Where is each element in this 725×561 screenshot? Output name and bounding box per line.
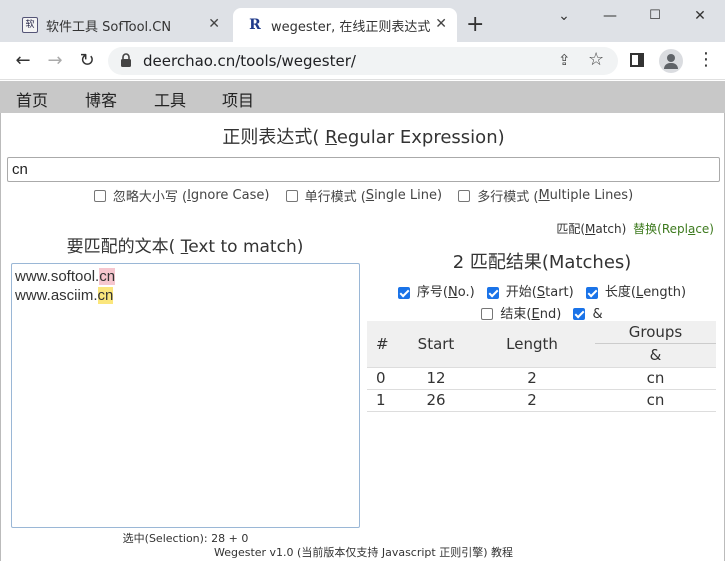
nav-home[interactable]: 首页: [16, 87, 48, 111]
single-line-option[interactable]: 单行模式 ( Single Line): [285, 186, 442, 205]
column-start-option[interactable]: 开始(Start): [486, 283, 574, 302]
cell-length: 2: [469, 366, 595, 389]
site-nav: 首页 博客 工具 项目: [0, 81, 725, 113]
replace-mode-link[interactable]: 替换(Replace): [633, 222, 714, 236]
col-header-group0: &: [649, 346, 662, 364]
nav-blog[interactable]: 博客: [85, 87, 117, 111]
more-menu-icon[interactable]: ⋮: [697, 50, 715, 70]
match-highlight: cn: [99, 268, 116, 285]
cell-start: 26: [403, 388, 469, 412]
column-length-option[interactable]: 长度( Length): [585, 283, 686, 302]
browser-toolbar: ← → ↻ deerchao.cn/tools/wegester/ ⇪ ☆ ⋮: [0, 42, 725, 80]
browser-tab-strip: 软 软件工具 SofTool.CN ✕ R wegester, 在线正则表达式测…: [0, 0, 725, 42]
text-line: www.softool.cn: [15, 268, 116, 285]
nav-projects[interactable]: 项目: [222, 87, 254, 111]
column-start-checkbox[interactable]: [486, 286, 499, 299]
col-header-length: Length: [506, 334, 558, 353]
regex-heading: 正则表达式( Regular Expression): [222, 127, 505, 148]
cell-length: 2: [469, 388, 595, 412]
chevron-down-icon[interactable]: ⌄: [554, 6, 574, 26]
cell-group0: cn: [595, 366, 716, 389]
url-text: deerchao.cn/tools/wegester/: [143, 52, 356, 70]
address-bar[interactable]: deerchao.cn/tools/wegester/ ⇪ ☆: [108, 47, 618, 75]
ignore-case-checkbox[interactable]: [93, 189, 106, 202]
back-icon[interactable]: ←: [12, 50, 34, 72]
results-table: # Start Length Groups & 0 12 2 cn 1 26 2…: [367, 321, 716, 412]
text-to-match-area[interactable]: www.softool.cn www.asciim.cn: [11, 263, 360, 528]
table-row: 1 26 2 cn: [367, 388, 716, 412]
regex-options: 忽略大小写 ( Ignore Case) 单行模式 ( Single Line)…: [1, 186, 725, 206]
footer: Wegester v1.0 (当前版本仅支持 Javascript 正则引擎) …: [213, 546, 514, 559]
tab-title: wegester, 在线正则表达式测试: [271, 19, 431, 35]
tab-title: 软件工具 SofTool.CN: [46, 19, 172, 35]
forward-icon[interactable]: →: [44, 50, 66, 72]
single-line-checkbox[interactable]: [285, 189, 298, 202]
column-no-option[interactable]: 序号( No.): [397, 283, 475, 302]
close-tab-icon[interactable]: ✕: [208, 17, 220, 31]
reload-icon[interactable]: ↻: [76, 50, 98, 72]
col-header-start: Start: [417, 334, 455, 353]
close-tab-icon[interactable]: ✕: [435, 17, 447, 31]
results-heading: 2 匹配结果(Matches): [452, 252, 632, 273]
column-end-checkbox[interactable]: [481, 308, 494, 320]
regex-favicon-icon: R: [249, 17, 261, 33]
cell-no: 0: [367, 366, 403, 389]
cell-no: 1: [367, 388, 403, 412]
profile-avatar-icon[interactable]: [659, 49, 683, 73]
softool-favicon-icon: 软: [22, 17, 38, 33]
tab-softool[interactable]: 软 软件工具 SofTool.CN ✕: [8, 8, 230, 42]
text-heading: 要匹配的文本( Text to match): [66, 237, 304, 257]
close-window-icon[interactable]: ✕: [690, 6, 710, 26]
maximize-icon[interactable]: ☐: [645, 6, 665, 26]
minimize-icon[interactable]: —: [600, 6, 620, 26]
cell-group0: cn: [595, 388, 716, 412]
text-line: www.asciim.cn: [15, 287, 114, 304]
page-content: 正则表达式( Regular Expression) 忽略大小写 ( Ignor…: [0, 113, 725, 561]
bookmark-star-icon[interactable]: ☆: [588, 49, 604, 70]
tab-wegester[interactable]: R wegester, 在线正则表达式测试 ✕: [233, 8, 457, 42]
tutorial-link[interactable]: 教程: [491, 546, 513, 559]
table-row: 0 12 2 cn: [367, 366, 716, 389]
match-highlight: cn: [97, 287, 114, 304]
col-header-no: #: [376, 334, 389, 353]
column-no-checkbox[interactable]: [397, 286, 410, 299]
mode-switch: 匹配(Match) 替换(Replace): [556, 220, 714, 237]
side-panel-icon[interactable]: [630, 53, 644, 67]
nav-tools[interactable]: 工具: [154, 87, 186, 111]
column-length-checkbox[interactable]: [585, 286, 598, 299]
multiple-lines-checkbox[interactable]: [458, 189, 471, 202]
column-group0-checkbox[interactable]: [573, 308, 586, 320]
share-icon[interactable]: ⇪: [558, 51, 571, 69]
match-mode-link[interactable]: 匹配(Match): [556, 222, 626, 236]
col-header-groups: Groups: [595, 321, 716, 344]
cell-start: 12: [403, 366, 469, 389]
lock-icon[interactable]: [120, 53, 132, 72]
regex-input[interactable]: [7, 157, 720, 182]
ignore-case-option[interactable]: 忽略大小写 ( Ignore Case): [93, 186, 269, 205]
new-tab-icon[interactable]: +: [466, 14, 484, 36]
multiple-lines-option[interactable]: 多行模式 ( Multiple Lines): [458, 186, 633, 205]
result-column-options: 序号( No.) 开始(Start) 长度( Length) 结束( End) …: [367, 283, 717, 326]
